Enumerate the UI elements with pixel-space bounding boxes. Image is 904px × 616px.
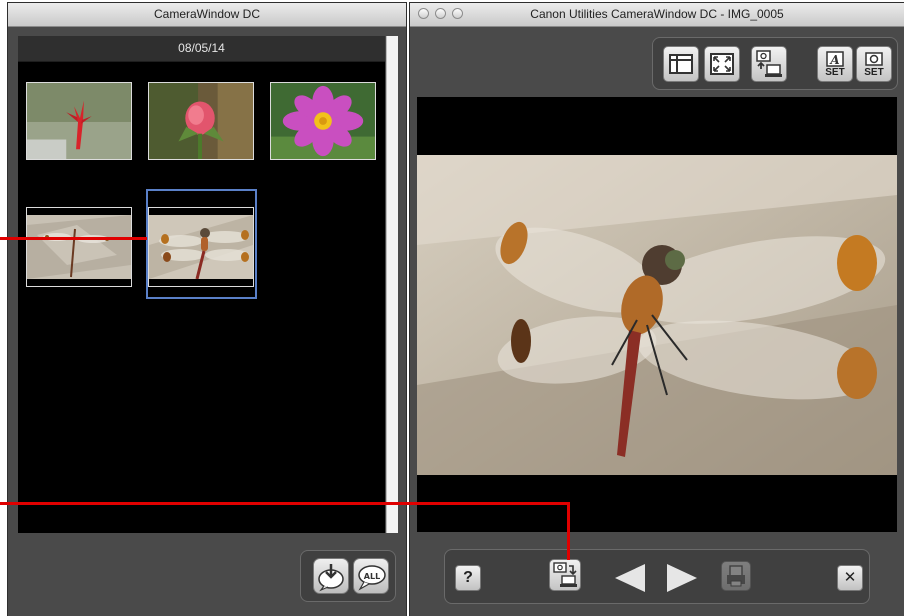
right-window-title: Canon Utilities CameraWindow DC - IMG_00… <box>530 7 784 21</box>
previous-image-button[interactable] <box>613 562 647 594</box>
camera-settings-button[interactable]: SET <box>856 46 892 82</box>
pink-cosmos-flower-image <box>271 83 375 159</box>
next-image-button[interactable] <box>665 562 699 594</box>
print-icon <box>727 565 745 587</box>
close-window-button[interactable] <box>418 8 429 19</box>
import-all-label: ALL <box>364 572 380 581</box>
zoom-window-button[interactable] <box>452 8 463 19</box>
print-button[interactable] <box>721 561 751 591</box>
dragonfly-photo <box>417 155 897 475</box>
top-toolbar: A SET SET <box>652 37 898 90</box>
layout-panels-icon <box>669 54 693 74</box>
left-window-titlebar[interactable]: CameraWindow DC <box>8 3 406 27</box>
import-all-button[interactable]: ALL <box>353 558 389 594</box>
transfer-to-computer-button[interactable] <box>549 559 581 591</box>
dragonfly-1-image <box>27 215 131 279</box>
camerawindow-browser-window: CameraWindow DC 08/05/14 ALL <box>8 3 406 616</box>
camera-settings-label: SET <box>864 67 884 78</box>
import-selected-icon <box>318 564 344 592</box>
camera-settings-a-button[interactable]: A SET <box>817 46 853 82</box>
close-viewer-button[interactable]: ✕ <box>837 565 863 591</box>
help-button[interactable]: ? <box>455 565 481 591</box>
callout-line-transfer-vertical <box>567 502 570 560</box>
import-button-group: ALL <box>300 550 396 602</box>
thumbnail-scrollbar[interactable] <box>386 36 398 533</box>
pink-rose-bud-image <box>149 83 253 159</box>
bottom-toolbar: ? ✕ <box>444 549 870 604</box>
layout-panels-button[interactable] <box>663 46 699 82</box>
minimize-window-button[interactable] <box>435 8 446 19</box>
svg-text:A: A <box>829 53 839 67</box>
date-header: 08/05/14 <box>18 36 385 62</box>
callout-line-thumbnail <box>0 237 147 240</box>
main-photo <box>417 155 897 475</box>
camera-to-computer-button[interactable] <box>751 46 787 82</box>
fullscreen-button[interactable] <box>704 46 740 82</box>
camera-to-computer-icon <box>756 50 782 77</box>
image-viewer[interactable] <box>417 97 897 532</box>
left-window-title: CameraWindow DC <box>153 7 261 21</box>
import-selected-button[interactable] <box>313 558 349 594</box>
camera-transfer-icon <box>553 562 577 587</box>
camera-settings-a-label: SET <box>825 67 845 78</box>
fullscreen-icon <box>710 53 734 75</box>
thumbnail-red-flower-bud[interactable] <box>26 82 132 160</box>
red-flower-bud-image <box>27 83 131 159</box>
thumbnail-pink-cosmos-flower[interactable] <box>270 82 376 160</box>
thumbnail-selection-frame <box>146 189 257 299</box>
thumbnail-dragonfly-1[interactable] <box>26 207 132 287</box>
camerawindow-viewer-window: Canon Utilities CameraWindow DC - IMG_00… <box>410 3 904 616</box>
right-window-titlebar[interactable]: Canon Utilities CameraWindow DC - IMG_00… <box>410 3 904 27</box>
callout-line-transfer-horizontal <box>0 502 570 505</box>
import-all-icon: ALL <box>358 565 386 591</box>
thumbnail-pink-rose-bud[interactable] <box>148 82 254 160</box>
